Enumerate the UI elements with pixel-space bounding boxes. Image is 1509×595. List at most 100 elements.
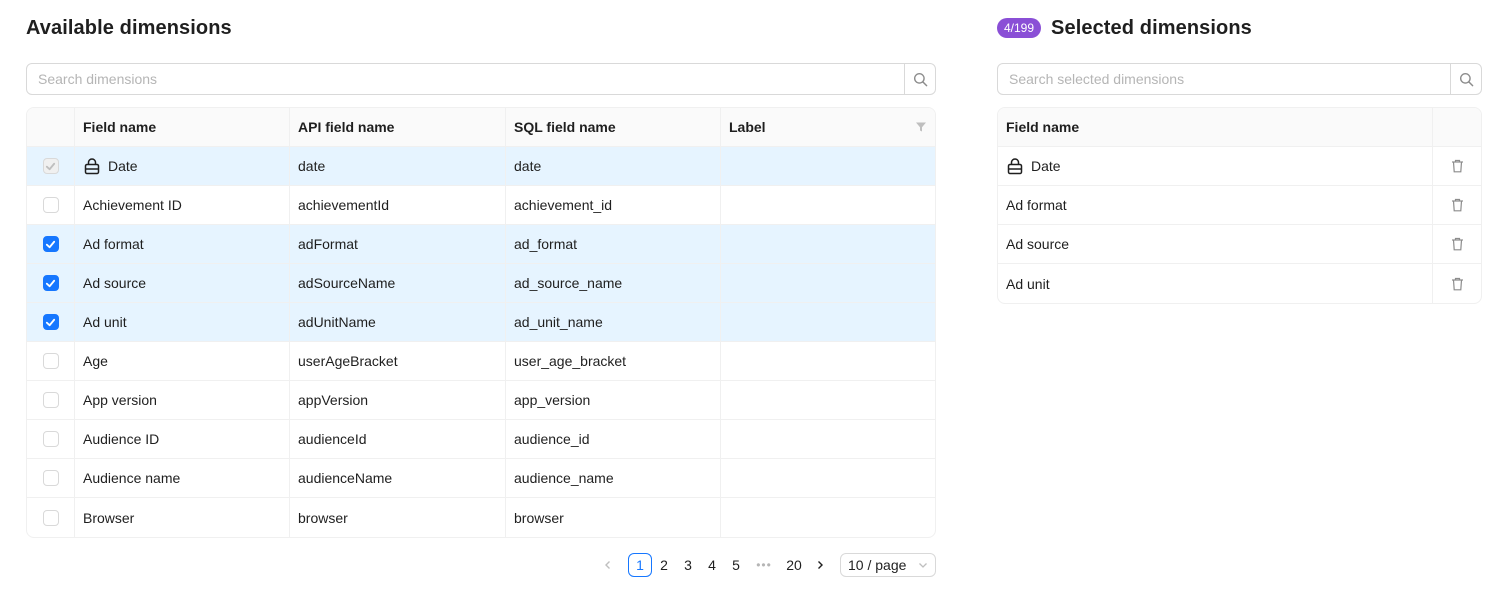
filter-icon[interactable]	[915, 121, 927, 133]
selected-field-name-cell: Ad format	[998, 186, 1433, 224]
table-row[interactable]: Achievement ID achievementId achievement_i…	[27, 186, 935, 225]
page-4[interactable]: 4	[700, 553, 724, 577]
available-header: Available dimensions	[26, 0, 936, 56]
table-row[interactable]: Date date date	[27, 147, 935, 186]
search-selected-dimensions-input[interactable]	[998, 64, 1450, 94]
table-row[interactable]: Browser browser browser	[27, 498, 935, 537]
column-header-field-name[interactable]: Field name	[75, 108, 290, 146]
table-row[interactable]: App version appVersion app_version	[27, 381, 935, 420]
search-icon	[1459, 72, 1473, 86]
page-5[interactable]: 5	[724, 553, 748, 577]
field-name-cell: Date	[75, 147, 290, 185]
field-name-text: Audience ID	[83, 431, 160, 447]
previous-page-button[interactable]	[596, 553, 620, 577]
row-checkbox[interactable]	[42, 236, 59, 252]
selected-search-button[interactable]	[1450, 64, 1481, 94]
row-checkbox[interactable]	[42, 314, 59, 330]
table-row[interactable]: Ad source adSourceName ad_source_name	[27, 264, 935, 303]
field-name-cell: Age	[75, 342, 290, 380]
row-checkbox[interactable]	[42, 353, 59, 369]
next-page-button[interactable]	[808, 553, 832, 577]
remove-dimension-button[interactable]	[1433, 264, 1481, 303]
row-checkbox-cell	[27, 342, 75, 380]
label-cell	[721, 186, 935, 224]
trash-icon	[1451, 277, 1464, 291]
sql-field-name-cell: date	[506, 147, 721, 185]
table-row[interactable]: Ad unit adUnitName ad_unit_name	[27, 303, 935, 342]
page-2[interactable]: 2	[652, 553, 676, 577]
available-table-body: Date date date Achievement ID achievementId a…	[27, 147, 935, 537]
field-name-cell: Browser	[75, 498, 290, 537]
api-field-name-cell: appVersion	[290, 381, 506, 419]
selected-dimensions-panel: 4/199 Selected dimensions Field name Dat…	[997, 0, 1482, 304]
row-checkbox[interactable]	[42, 470, 59, 486]
column-header-api-field-name[interactable]: API field name	[290, 108, 506, 146]
selected-column-header-field-name: Field name	[998, 108, 1433, 146]
selected-count-badge: 4/199	[997, 18, 1042, 38]
trash-icon	[1451, 159, 1464, 173]
row-checkbox-cell	[27, 459, 75, 497]
api-field-name-cell: audienceName	[290, 459, 506, 497]
page-3[interactable]: 3	[676, 553, 700, 577]
field-name-cell: Audience name	[75, 459, 290, 497]
selected-table-header-row: Field name	[998, 108, 1481, 147]
column-header-label: Label	[721, 108, 935, 146]
remove-dimension-button[interactable]	[1433, 147, 1481, 185]
page-last[interactable]: 20	[780, 553, 808, 577]
table-row[interactable]: Age userAgeBracket user_age_bracket	[27, 342, 935, 381]
table-row[interactable]: Audience name audienceName audience_name	[27, 459, 935, 498]
row-checkbox[interactable]	[42, 431, 59, 447]
search-button[interactable]	[904, 64, 935, 94]
api-field-name-cell: userAgeBracket	[290, 342, 506, 380]
selected-field-name-text: Ad unit	[1006, 275, 1050, 292]
row-checkbox-cell	[27, 264, 75, 302]
row-checkbox-cell	[27, 303, 75, 341]
api-field-name-cell: adUnitName	[290, 303, 506, 341]
remove-dimension-button[interactable]	[1433, 225, 1481, 263]
label-cell	[721, 147, 935, 185]
field-name-cell: Achievement ID	[75, 186, 290, 224]
field-name-text: Age	[83, 353, 108, 369]
more-pages-ellipsis[interactable]: •••	[748, 553, 780, 577]
sql-field-name-cell: audience_name	[506, 459, 721, 497]
trash-icon	[1451, 198, 1464, 212]
field-name-text: App version	[83, 392, 157, 408]
remove-dimension-button[interactable]	[1433, 186, 1481, 224]
row-checkbox-cell	[27, 498, 75, 537]
sql-field-name-cell: audience_id	[506, 420, 721, 458]
row-checkbox[interactable]	[42, 275, 59, 291]
selected-table-body: Date Ad format Ad source Ad unit	[998, 147, 1481, 303]
label-cell	[721, 342, 935, 380]
label-cell	[721, 498, 935, 537]
field-name-cell: Ad format	[75, 225, 290, 263]
selected-dimensions-title: Selected dimensions	[1051, 16, 1252, 39]
chevron-right-icon	[818, 561, 823, 569]
column-header-sql-field-name[interactable]: SQL field name	[506, 108, 721, 146]
lock-icon	[1006, 157, 1024, 175]
page-1[interactable]: 1	[628, 553, 652, 577]
page-size-select[interactable]: 10 / page	[840, 553, 936, 577]
available-dimensions-title: Available dimensions	[26, 16, 232, 39]
chevron-down-icon	[919, 563, 927, 568]
selected-dimensions-table: Field name Date Ad format Ad source Ad unit	[997, 107, 1482, 304]
table-row[interactable]: Audience ID audienceId audience_id	[27, 420, 935, 459]
label-cell	[721, 420, 935, 458]
search-dimensions-input[interactable]	[27, 64, 904, 94]
header-checkbox-cell	[27, 108, 75, 146]
field-name-cell: Audience ID	[75, 420, 290, 458]
selected-row: Date	[998, 147, 1481, 186]
row-checkbox-cell	[27, 420, 75, 458]
table-header-row: Field name API field name SQL field name…	[27, 108, 935, 147]
field-name-text: Browser	[83, 509, 135, 526]
sql-field-name-cell: ad_unit_name	[506, 303, 721, 341]
api-field-name-cell: achievementId	[290, 186, 506, 224]
trash-icon	[1451, 237, 1464, 251]
row-checkbox[interactable]	[42, 392, 59, 408]
selected-field-name-cell: Ad unit	[998, 264, 1433, 303]
label-cell	[721, 225, 935, 263]
api-field-name-cell: audienceId	[290, 420, 506, 458]
row-checkbox[interactable]	[42, 509, 59, 526]
selected-field-name-cell: Date	[998, 147, 1433, 185]
table-row[interactable]: Ad format adFormat ad_format	[27, 225, 935, 264]
row-checkbox[interactable]	[42, 197, 59, 213]
